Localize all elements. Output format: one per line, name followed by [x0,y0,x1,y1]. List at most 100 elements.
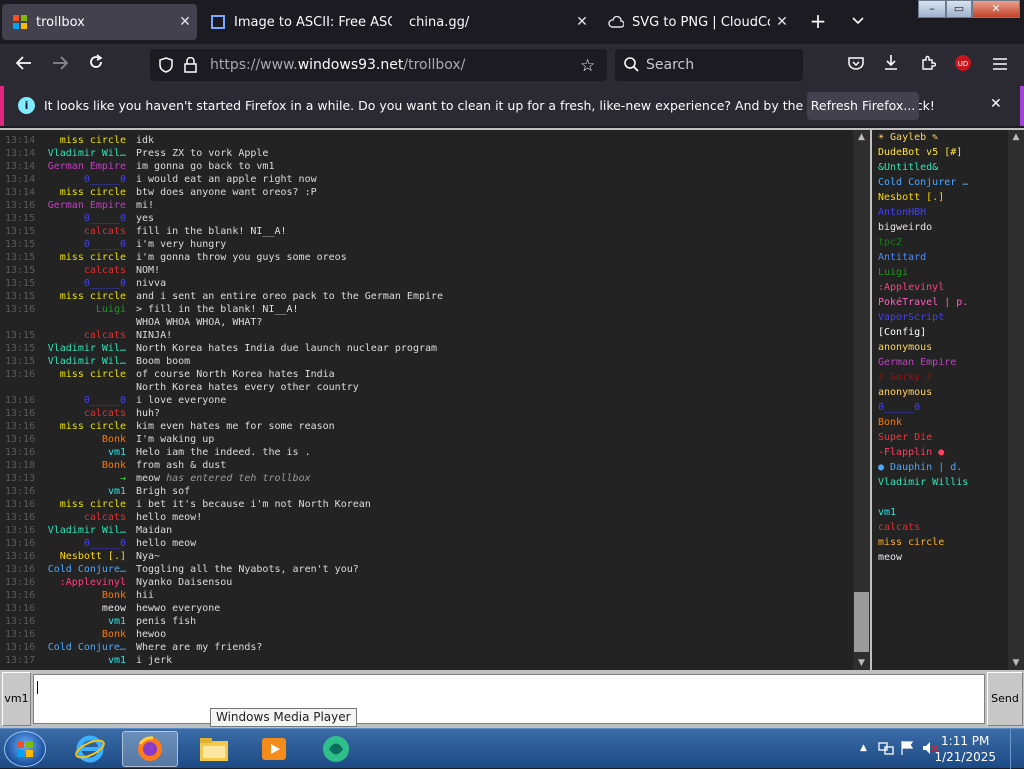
user-list-item[interactable]: meow [872,550,1008,565]
tab-trollbox[interactable]: trollbox ✕ [2,4,197,40]
user-list-item[interactable]: German Empire [872,355,1008,370]
message-nick[interactable]: Nesbott [.] [40,550,126,563]
shield-icon[interactable] [159,57,173,77]
send-button[interactable]: Send [987,672,1023,726]
message-nick[interactable]: miss circle [40,251,126,264]
user-list-item[interactable]: VaporScript [872,310,1008,325]
minimize-window-button[interactable]: – [918,0,946,18]
message-nick[interactable]: miss circle [40,368,126,381]
message-nick[interactable]: → [40,472,126,485]
message-nick[interactable]: Vladimir Wil… [40,355,126,368]
message-nick[interactable]: miss circle [40,290,126,303]
message-nick[interactable]: 0_____0 [40,212,126,225]
message-nick[interactable]: miss circle [40,498,126,511]
message-nick[interactable]: meow [40,602,126,615]
file-explorer-icon[interactable] [186,731,242,767]
reload-icon[interactable] [83,53,109,77]
message-input[interactable] [33,674,985,724]
message-nick[interactable]: vm1 [40,654,126,667]
action-center-flag-icon[interactable] [900,740,914,760]
message-nick[interactable]: German Empire [40,160,126,173]
message-nick[interactable]: 0_____0 [40,173,126,186]
message-nick[interactable]: Bonk [40,459,126,472]
user-list-item[interactable]: vm1 [872,505,1008,520]
message-nick[interactable]: 0_____0 [40,537,126,550]
message-nick[interactable]: Bonk [40,589,126,602]
message-nick[interactable]: Vladimir Wil… [40,342,126,355]
user-list-item[interactable]: Antitard [872,250,1008,265]
extensions-icon[interactable] [917,54,939,76]
user-list-item[interactable]: Vladimir Willis [872,475,1008,490]
close-tab-icon[interactable]: ✕ [570,14,594,30]
bookmark-star-icon[interactable]: ☆ [580,56,595,76]
close-window-button[interactable]: ✕ [972,0,1020,18]
user-list-item[interactable]: Cold Conjurer … [872,175,1008,190]
user-list-item[interactable]: ♪ Gorky ♪ [872,370,1008,385]
scroll-up-arrow-icon[interactable]: ▲ [1008,130,1024,144]
lock-icon[interactable] [184,56,197,77]
user-list-item[interactable]: PokéTravel | p. [872,295,1008,310]
user-list-item[interactable]: tpc2 [872,235,1008,250]
message-nick[interactable]: vm1 [40,485,126,498]
tab-svg-to-png[interactable]: SVG to PNG | CloudConvert ✕ [598,4,794,40]
chat-scrollbar[interactable]: ▲ ▼ [853,130,870,670]
new-tab-button[interactable]: + [806,10,830,34]
user-list-item[interactable]: 0_____0 [872,400,1008,415]
firefox-icon[interactable] [122,731,178,767]
show-desktop-button[interactable] [1010,729,1024,769]
scroll-up-arrow-icon[interactable]: ▲ [853,130,870,144]
user-list-scrollbar[interactable]: ▲ ▼ [1008,130,1024,670]
refresh-firefox-button[interactable]: Refresh Firefox... [807,92,919,120]
user-list-item[interactable]: AntonHBH [872,205,1008,220]
user-list-item[interactable]: DudeBot v5 [#] [872,145,1008,160]
scroll-down-arrow-icon[interactable]: ▼ [853,656,870,670]
message-nick[interactable]: Cold Conjure… [40,563,126,576]
user-list-item[interactable]: &Untitled& [872,160,1008,175]
internet-explorer-icon[interactable] [62,731,118,767]
message-nick[interactable]: calcats [40,225,126,238]
url-bar[interactable]: https://www.windows93.net/trollbox/ ☆ [150,49,607,81]
menu-hamburger-icon[interactable] [989,54,1011,76]
user-list-item[interactable]: Bonk [872,415,1008,430]
user-list-item[interactable] [872,490,1008,505]
nickname-button[interactable]: vm1 [2,672,31,726]
message-nick[interactable]: :Applevinyl [40,576,126,589]
user-list-item[interactable]: [Config] [872,325,1008,340]
user-list-item[interactable]: :Applevinyl [872,280,1008,295]
back-arrow-icon[interactable] [11,53,37,77]
message-nick[interactable]: German Empire [40,199,126,212]
tab-image-to-ascii[interactable]: Image to ASCII: Free ASCII [200,4,392,40]
message-nick[interactable]: Cold Conjure… [40,641,126,654]
message-nick[interactable]: vm1 [40,446,126,459]
downloads-icon[interactable] [880,54,902,76]
user-list-item[interactable]: calcats [872,520,1008,535]
message-nick[interactable]: vm1 [40,615,126,628]
close-notification-icon[interactable]: ✕ [990,96,1002,112]
user-list-item[interactable]: Super Die [872,430,1008,445]
search-input[interactable]: Search [615,49,803,81]
scrollbar-thumb[interactable] [854,592,869,652]
chat-log[interactable]: 13:14 miss circle idk 13:14 Vladimir Wil… Pre… [0,130,870,670]
forward-arrow-icon[interactable] [47,53,73,77]
message-nick[interactable]: miss circle [40,186,126,199]
close-tab-icon[interactable]: ✕ [770,14,794,30]
message-nick[interactable]: 0_____0 [40,238,126,251]
scroll-down-arrow-icon[interactable]: ▼ [1008,656,1024,670]
message-nick[interactable]: calcats [40,329,126,342]
user-list-item[interactable]: ● Dauphin | d. [872,460,1008,475]
message-nick[interactable]: Vladimir Wil… [40,147,126,160]
show-hidden-icons-icon[interactable]: ▲ [860,743,867,753]
message-nick[interactable]: 0_____0 [40,394,126,407]
user-list-item[interactable]: bigweirdo [872,220,1008,235]
user-list-item[interactable]: miss circle [872,535,1008,550]
chat-app-icon[interactable] [308,731,364,767]
message-nick[interactable]: Bonk [40,433,126,446]
message-nick[interactable]: calcats [40,407,126,420]
close-tab-icon[interactable]: ✕ [173,14,197,30]
message-nick[interactable]: miss circle [40,420,126,433]
ublock-origin-icon[interactable]: UD [952,54,974,76]
pocket-icon[interactable] [845,54,867,76]
user-list-item[interactable]: ☀ Gayleb ✎ [872,130,1008,145]
message-nick[interactable]: Bonk [40,628,126,641]
message-nick[interactable]: 0_____0 [40,277,126,290]
